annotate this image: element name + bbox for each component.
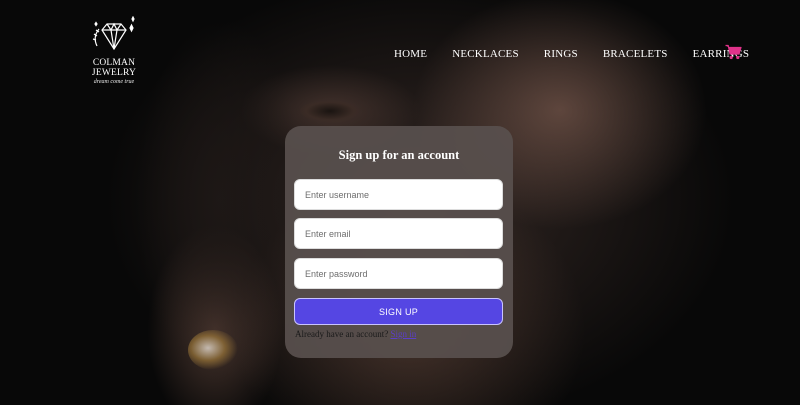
nav-item-rings[interactable]: RINGS <box>544 47 578 61</box>
signup-card: Sign up for an account SIGN UP Already h… <box>285 126 513 358</box>
email-input[interactable] <box>294 218 503 249</box>
nav-item-necklaces[interactable]: NECKLACES <box>452 47 519 61</box>
hero-ring <box>188 330 238 370</box>
brand-logo[interactable]: COLMAN JEWELRY dream come true <box>72 16 156 85</box>
main-nav: HOME NECKLACES RINGS BRACELETS EARRINGS <box>394 47 774 61</box>
signin-prompt: Already have an account? Sign in <box>295 329 416 339</box>
signin-link[interactable]: Sign in <box>390 329 416 339</box>
brand-name: COLMAN JEWELRY <box>91 58 137 78</box>
username-input[interactable] <box>294 179 503 210</box>
hero-eye <box>300 100 360 122</box>
diamond-icon <box>92 16 135 51</box>
nav-item-home[interactable]: HOME <box>394 47 427 61</box>
password-input[interactable] <box>294 258 503 289</box>
signup-title: Sign up for an account <box>338 148 460 162</box>
have-account-text: Already have an account? <box>295 329 389 339</box>
brand-tagline: dream come true <box>93 79 135 85</box>
signup-button[interactable]: SIGN UP <box>294 298 503 325</box>
shopping-cart-icon[interactable] <box>725 44 742 60</box>
nav-item-bracelets[interactable]: BRACELETS <box>603 47 668 61</box>
